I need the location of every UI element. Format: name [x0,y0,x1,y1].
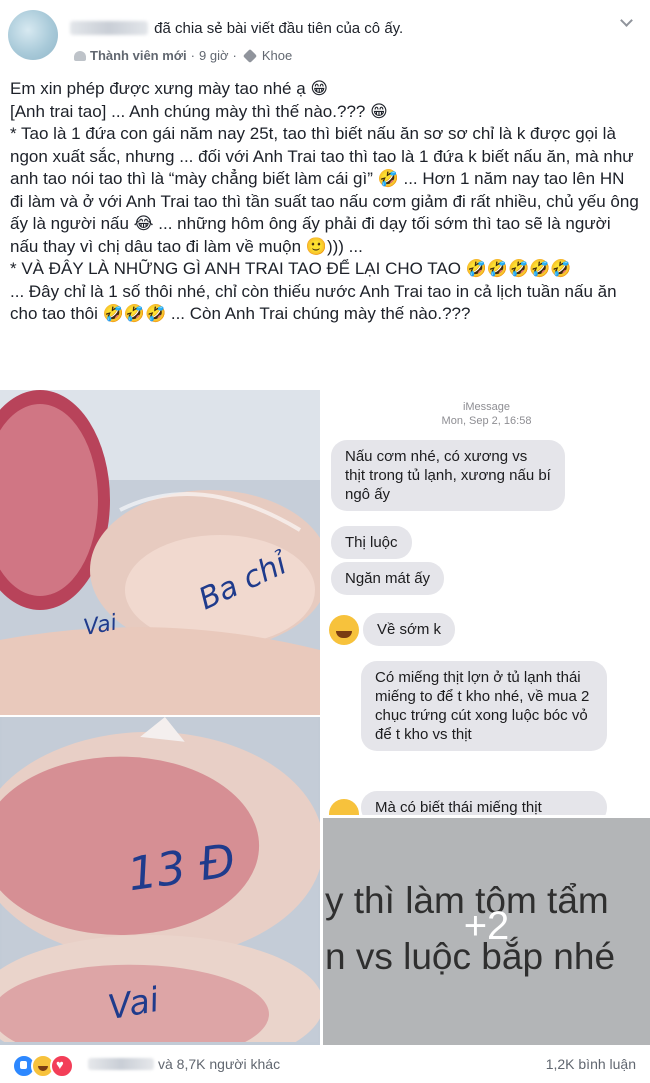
more-photos-count[interactable]: +2 [323,904,650,949]
post-paragraph: [Anh trai tao] ... Anh chúng mày thì thế… [10,101,388,121]
photo-freezer-bags-2[interactable]: 13 Đ Vai [0,717,320,1045]
author-action: đã chia sẻ bài viết đầu tiên của cô ấy. [154,20,404,37]
post-paragraph: * VÀ ĐÂY LÀ NHỮNG GÌ ANH TRAI TAO ĐỂ LẠI… [10,259,572,278]
message-bubble: Có miếng thịt lợn ở tủ lạnh thái miếng t… [361,661,607,751]
post-body: Em xin phép được xưng mày tao nhé ạ 😁 [A… [10,78,640,326]
chevron-down-icon[interactable] [620,16,632,28]
photo-imessage-1[interactable]: iMessage Mon, Sep 2, 16:58 Nấu cơm nhé, … [323,390,650,600]
meta-separator: · [190,48,195,63]
author-line: đã chia sẻ bài viết đầu tiên của cô ấy. [70,20,403,37]
reactor-name-blurred [88,1058,154,1070]
author-name-blurred[interactable] [70,21,148,35]
photo-more-overlay[interactable]: y thì làm tôm tẩm n vs luộc bắp nhé +2 [323,818,650,1045]
post-paragraph: * Tao là 1 đứa con gái năm nay 25t, tao … [10,124,639,256]
message-bubble: Mà có biết thái miếng thịt [361,791,607,815]
new-member-badge-icon [74,50,86,61]
message-bubble: Về sớm k [363,613,456,646]
photo-freezer-bags-1[interactable]: Ba chỉ Vai [0,390,320,715]
message-bubble: Thị luộc [331,526,412,559]
comments-count[interactable]: 1,2K bình luận [546,1056,636,1072]
freezer-photo-illustration: 13 Đ Vai [0,717,320,1042]
post-tag[interactable]: Khoe [262,48,292,63]
love-icon [50,1054,74,1078]
post-paragraph: ... Đây chỉ là 1 số thôi nhé, chỉ còn th… [10,281,617,324]
laughing-emoji-icon [329,799,359,815]
reaction-summary[interactable]: và 8,7K người khác [88,1056,280,1072]
tag-icon [242,48,257,63]
reactions-count: và 8,7K người khác [158,1056,281,1072]
imessage-header: iMessage Mon, Sep 2, 16:58 [323,400,650,428]
post-header: đã chia sẻ bài viết đầu tiên của cô ấy. … [0,0,650,72]
photo-grid: Ba chỉ Vai 13 Đ Vai iMessage Mon, Sep 2,… [0,390,650,1045]
post-meta: Thành viên mới · 9 giờ · Khoe [74,48,292,63]
freezer-photo-illustration: Ba chỉ Vai [0,390,320,715]
laughing-emoji-icon [329,615,359,645]
post-footer: và 8,7K người khác 1,2K bình luận [0,1048,650,1083]
imessage-label: iMessage [462,401,511,413]
avatar[interactable] [8,10,58,60]
reaction-icons[interactable] [12,1054,74,1078]
post-paragraph: Em xin phép được xưng mày tao nhé ạ 😁 [10,79,329,98]
message-bubble: Nấu cơm nhé, có xương vs thịt trong tủ l… [331,440,565,511]
post-time[interactable]: 9 giờ [199,48,229,63]
photo-imessage-2[interactable]: Về sớm k Có miếng thịt lợn ở tủ lạnh thá… [323,603,650,815]
member-role: Thành viên mới [90,48,187,63]
message-bubble: Ngăn mát ấy [331,562,445,595]
imessage-date: Mon, Sep 2, 16:58 [441,415,532,427]
meta-separator-2: · [232,48,237,63]
